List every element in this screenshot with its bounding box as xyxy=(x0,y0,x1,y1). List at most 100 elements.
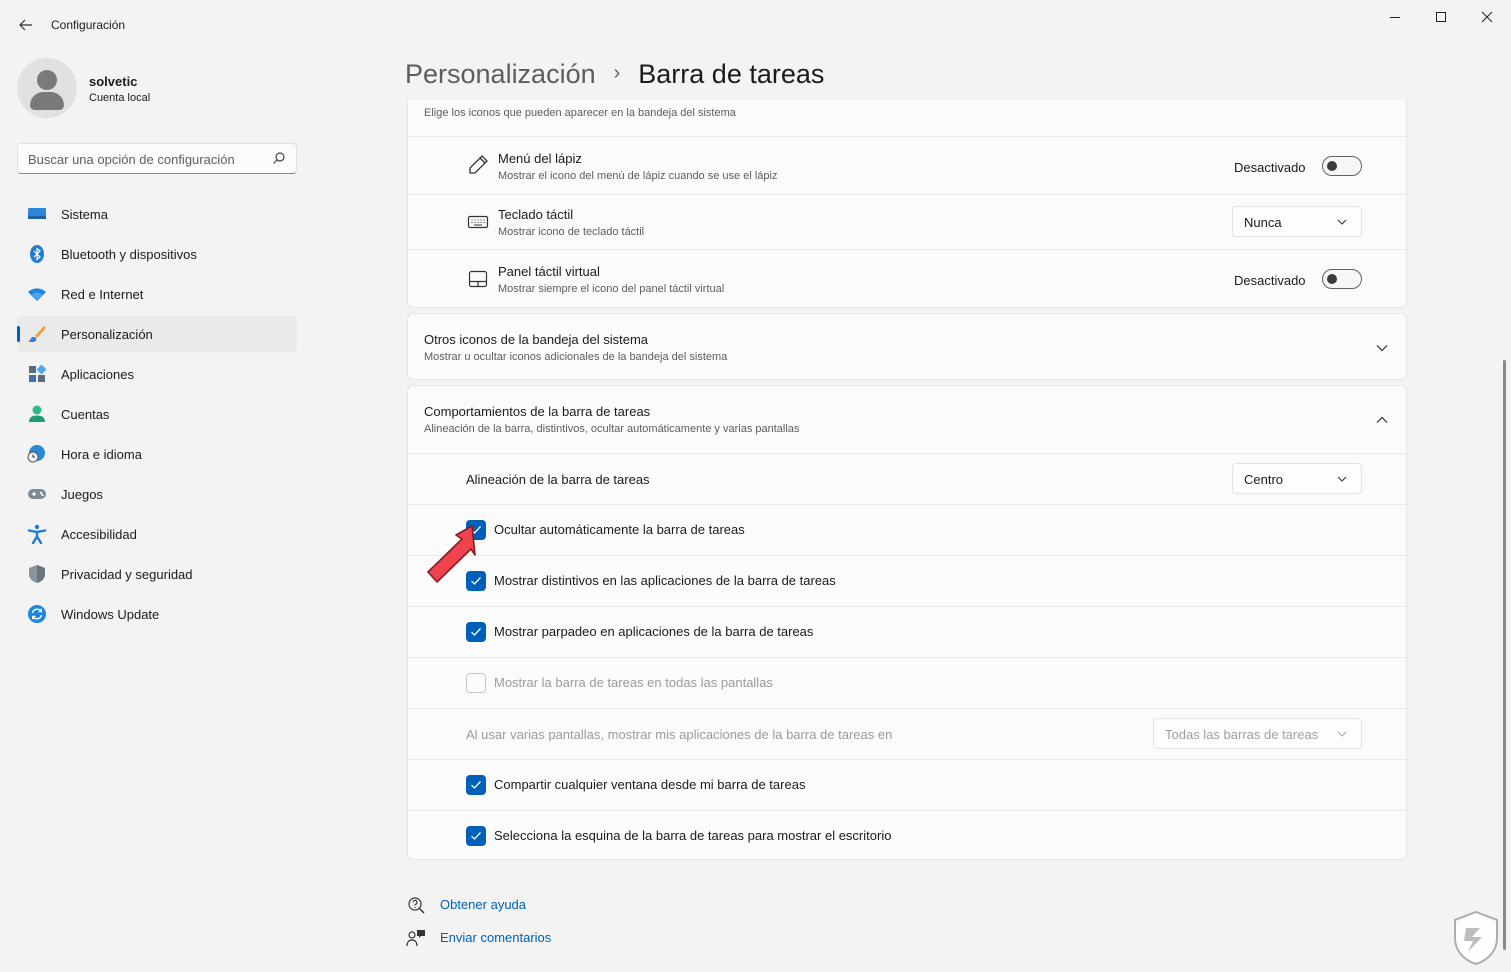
sidebar-item-cuentas[interactable]: Cuentas xyxy=(17,396,297,432)
chevron-down-icon xyxy=(1376,345,1388,352)
chevron-down-icon xyxy=(1337,219,1347,225)
pen-menu-subtitle: Mostrar el icono del menú de lápiz cuand… xyxy=(498,170,778,182)
user-name: solvetic xyxy=(89,74,138,89)
flashing-label: Mostrar parpadeo en aplicaciones de la b… xyxy=(494,624,814,639)
checkmark-icon xyxy=(471,832,481,840)
brush-icon xyxy=(27,324,47,344)
sidebar-item-sistema[interactable]: Sistema xyxy=(17,196,297,232)
share-window-label: Compartir cualquier ventana desde mi bar… xyxy=(494,777,806,792)
search-placeholder: Buscar una opción de configuración xyxy=(28,152,235,167)
chevron-up-icon xyxy=(1376,416,1388,423)
tray-icons-card: Elige los iconos que pueden aparecer en … xyxy=(407,100,1407,308)
account-type: Cuenta local xyxy=(89,92,151,104)
alignment-value: Centro xyxy=(1244,472,1284,487)
back-arrow-icon xyxy=(19,19,32,31)
search-input[interactable]: Buscar una opción de configuración xyxy=(17,143,297,174)
sidebar-item-label: Personalización xyxy=(61,327,153,342)
page-title: Barra de tareas xyxy=(638,59,825,89)
avatar[interactable] xyxy=(17,58,77,118)
close-button[interactable] xyxy=(1464,0,1510,34)
sidebar-item-label: Hora e idioma xyxy=(61,447,142,462)
minimize-button[interactable] xyxy=(1372,0,1418,34)
annotation-arrow-icon xyxy=(427,525,476,583)
sidebar-item-personalizacion[interactable]: Personalización xyxy=(17,316,297,352)
gamepad-icon xyxy=(27,484,47,504)
flashing-checkbox[interactable] xyxy=(466,622,486,642)
pen-menu-title: Menú del lápiz xyxy=(498,151,582,166)
taskbar-behaviors-card: Comportamientos de la barra de tareas Al… xyxy=(407,385,1407,860)
update-icon xyxy=(27,604,47,624)
chevron-down-icon xyxy=(1337,476,1347,482)
behaviors-subtitle: Alineación de la barra, distintivos, ocu… xyxy=(424,423,800,435)
other-tray-title: Otros iconos de la bandeja del sistema xyxy=(424,332,649,347)
sidebar-item-accesibilidad[interactable]: Accesibilidad xyxy=(17,516,297,552)
all-displays-label: Mostrar la barra de tareas en todas las … xyxy=(494,675,773,690)
alignment-dropdown[interactable]: Centro xyxy=(1232,463,1362,494)
pen-menu-toggle[interactable] xyxy=(1322,156,1362,176)
sidebar-item-label: Cuentas xyxy=(61,407,110,422)
send-feedback-link[interactable]: Enviar comentarios xyxy=(440,930,551,945)
touchpad-icon xyxy=(468,270,488,288)
sidebar-item-label: Aplicaciones xyxy=(61,367,134,382)
behaviors-title: Comportamientos de la barra de tareas xyxy=(424,404,651,419)
show-desktop-checkbox[interactable] xyxy=(466,826,486,846)
multi-display-label: Al usar varias pantallas, mostrar mis ap… xyxy=(466,727,893,742)
touch-keyboard-dropdown[interactable]: Nunca xyxy=(1232,206,1362,237)
sidebar-item-privacidad[interactable]: Privacidad y seguridad xyxy=(17,556,297,592)
sidebar-item-aplicaciones[interactable]: Aplicaciones xyxy=(17,356,297,392)
sidebar-item-juegos[interactable]: Juegos xyxy=(17,476,297,512)
touch-keyboard-subtitle: Mostrar icono de teclado táctil xyxy=(498,226,645,238)
sidebar-item-label: Privacidad y seguridad xyxy=(61,567,193,582)
maximize-icon xyxy=(1436,12,1446,22)
badges-label: Mostrar distintivos en las aplicaciones … xyxy=(494,573,836,588)
keyboard-icon xyxy=(467,215,489,229)
expand-button[interactable] xyxy=(1372,341,1392,355)
virtual-touchpad-subtitle: Mostrar siempre el icono del panel tácti… xyxy=(498,283,725,295)
sidebar-item-label: Bluetooth y dispositivos xyxy=(61,247,197,262)
sidebar-item-windows-update[interactable]: Windows Update xyxy=(17,596,297,632)
app-title: Configuración xyxy=(51,18,126,32)
sidebar-item-label: Sistema xyxy=(61,207,108,222)
alignment-label: Alineación de la barra de tareas xyxy=(466,472,650,487)
touch-keyboard-title: Teclado táctil xyxy=(498,207,574,222)
all-displays-checkbox xyxy=(466,673,486,693)
multi-display-dropdown: Todas las barras de tareas xyxy=(1153,718,1362,749)
sidebar-item-label: Juegos xyxy=(61,487,103,502)
sidebar-nav: Sistema Bluetooth y dispositivos Red e I… xyxy=(17,196,297,636)
virtual-touchpad-toggle[interactable] xyxy=(1322,269,1362,289)
breadcrumb-parent[interactable]: Personalización xyxy=(405,59,596,89)
virtual-touchpad-toggle-state: Desactivado xyxy=(1234,273,1306,288)
accessibility-icon xyxy=(27,524,47,544)
sidebar-item-red[interactable]: Red e Internet xyxy=(17,276,297,312)
scrollbar[interactable] xyxy=(1503,360,1506,950)
back-button[interactable] xyxy=(12,12,40,38)
get-help-link[interactable]: Obtener ayuda xyxy=(440,897,526,912)
feedback-icon xyxy=(406,930,425,947)
shield-icon xyxy=(27,564,47,584)
apps-icon xyxy=(27,364,47,384)
tray-icons-description: Elige los iconos que pueden aparecer en … xyxy=(424,107,736,119)
title-bar: Configuración xyxy=(0,0,1511,50)
sidebar-item-bluetooth[interactable]: Bluetooth y dispositivos xyxy=(17,236,297,272)
taskbar-behaviors-header[interactable]: Comportamientos de la barra de tareas Al… xyxy=(408,386,1406,453)
search-icon[interactable] xyxy=(272,151,286,165)
other-tray-icons-card[interactable]: Otros iconos de la bandeja del sistema M… xyxy=(407,313,1407,380)
watermark-logo-icon xyxy=(1454,910,1498,966)
sidebar-item-hora[interactable]: Hora e idioma xyxy=(17,436,297,472)
maximize-button[interactable] xyxy=(1418,0,1464,34)
pen-menu-toggle-state: Desactivado xyxy=(1234,160,1306,175)
sidebar-item-label: Red e Internet xyxy=(61,287,144,302)
collapse-button[interactable] xyxy=(1372,413,1392,427)
close-icon xyxy=(1481,11,1493,23)
sidebar-item-label: Windows Update xyxy=(61,607,160,622)
touch-keyboard-value: Nunca xyxy=(1244,215,1282,230)
chevron-down-icon xyxy=(1337,731,1347,737)
checkmark-icon xyxy=(471,628,481,636)
other-tray-subtitle: Mostrar u ocultar iconos adicionales de … xyxy=(424,351,728,363)
globe-clock-icon xyxy=(27,444,47,464)
share-window-checkbox[interactable] xyxy=(466,775,486,795)
monitor-icon xyxy=(27,204,47,224)
chevron-right-icon: › xyxy=(613,62,621,84)
checkmark-icon xyxy=(471,781,481,789)
sidebar-item-label: Accesibilidad xyxy=(61,527,137,542)
